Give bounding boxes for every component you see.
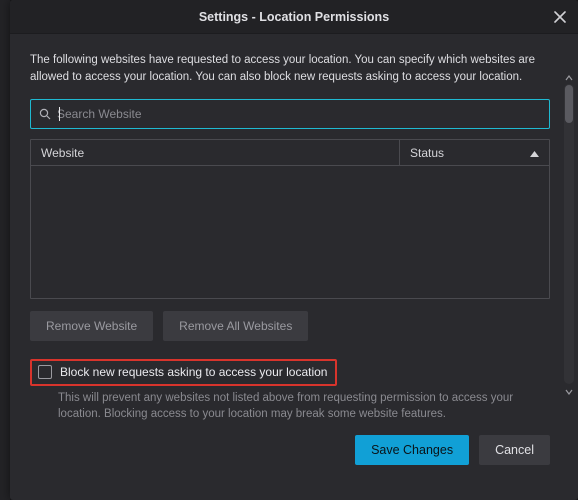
- block-hint-text: This will prevent any websites not liste…: [30, 390, 550, 422]
- column-label: Website: [41, 146, 84, 160]
- intro-text: The following websites have requested to…: [30, 52, 550, 85]
- table-body: [31, 166, 549, 298]
- scrollbar[interactable]: [564, 84, 574, 384]
- website-permissions-table: Website Status: [30, 139, 550, 299]
- chevron-down-icon: [565, 389, 573, 395]
- scroll-up-arrow[interactable]: [564, 74, 574, 82]
- column-header-website[interactable]: Website: [31, 140, 399, 165]
- chevron-up-icon: [565, 75, 573, 81]
- column-label: Status: [410, 146, 444, 160]
- block-new-requests-checkbox[interactable]: [38, 365, 52, 379]
- dialog-title: Settings - Location Permissions: [199, 10, 389, 24]
- search-field-wrapper[interactable]: [30, 99, 550, 129]
- close-button[interactable]: [548, 5, 572, 29]
- triangle-up-icon: [530, 151, 539, 157]
- block-new-requests-label[interactable]: Block new requests asking to access your…: [60, 365, 327, 379]
- scrollbar-thumb[interactable]: [565, 85, 573, 123]
- page-background: [0, 0, 10, 500]
- block-new-requests-highlight: Block new requests asking to access your…: [30, 359, 337, 386]
- scroll-down-arrow[interactable]: [564, 388, 574, 396]
- remove-all-websites-button[interactable]: Remove All Websites: [163, 311, 308, 341]
- cancel-button[interactable]: Cancel: [479, 435, 550, 465]
- close-icon: [554, 11, 566, 23]
- text-caret: [59, 107, 60, 121]
- sort-indicator: [530, 146, 539, 160]
- column-header-status[interactable]: Status: [399, 140, 549, 165]
- search-icon: [39, 108, 51, 120]
- dialog-footer: Save Changes Cancel: [30, 435, 550, 479]
- dialog-body: The following websites have requested to…: [10, 34, 578, 500]
- table-header: Website Status: [31, 140, 549, 166]
- search-input[interactable]: [57, 107, 541, 121]
- dialog-header: Settings - Location Permissions: [10, 0, 578, 34]
- remove-buttons-row: Remove Website Remove All Websites: [30, 311, 550, 341]
- save-changes-button[interactable]: Save Changes: [355, 435, 469, 465]
- location-permissions-dialog: Settings - Location Permissions The foll…: [10, 0, 578, 500]
- remove-website-button[interactable]: Remove Website: [30, 311, 153, 341]
